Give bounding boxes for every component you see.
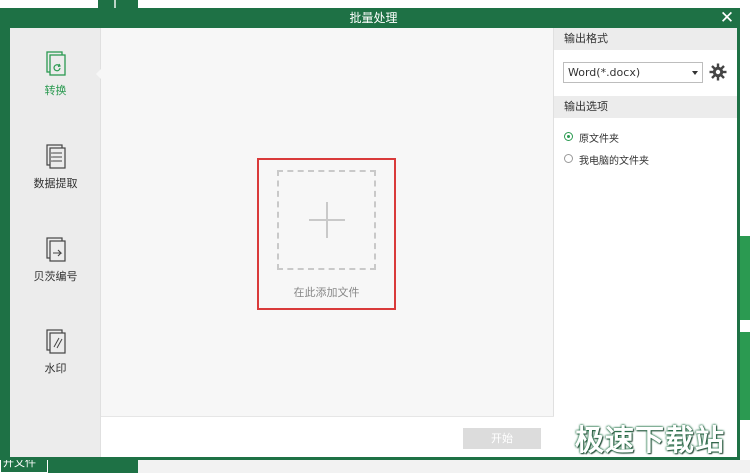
add-file-dropzone[interactable] bbox=[277, 170, 376, 270]
background-bottom-strip bbox=[138, 460, 750, 473]
site-watermark: 极速下载站 bbox=[575, 423, 726, 457]
gear-icon[interactable] bbox=[709, 63, 727, 81]
file-list-area: 在此添加文件 开始 bbox=[101, 28, 554, 457]
output-format-select[interactable]: Word(*.docx) bbox=[563, 62, 703, 83]
nav-item-watermark[interactable]: 水印 bbox=[10, 328, 101, 388]
nav-item-bates-number[interactable]: 贝茨编号 bbox=[10, 236, 101, 296]
plus-icon-vertical bbox=[326, 202, 328, 238]
radio-my-computer-folder[interactable] bbox=[564, 154, 573, 163]
radio-source-folder[interactable] bbox=[564, 132, 573, 141]
output-format-value: Word(*.docx) bbox=[568, 66, 641, 79]
option-source-folder-label: 原文件夹 bbox=[579, 134, 619, 145]
nav-label-data-extract: 数据提取 bbox=[33, 177, 78, 190]
dialog-title: 批量处理 bbox=[349, 11, 398, 25]
settings-panel: 输出格式 Word(*.docx) 输出选项 原文件夹 我电脑的文件夹 bbox=[554, 28, 737, 457]
bates-number-icon bbox=[45, 237, 66, 262]
background-right-button-2[interactable]: 英 bbox=[740, 332, 750, 420]
nav-label-watermark: 水印 bbox=[44, 362, 67, 375]
dialog-body: 转换 数据提取 贝茨编号 水印 在此添加文件 开始 输出格式 Word(*.do… bbox=[10, 28, 737, 457]
close-button[interactable]: ✕ bbox=[719, 9, 735, 27]
side-nav: 转换 数据提取 贝茨编号 水印 bbox=[10, 28, 102, 457]
chevron-down-icon bbox=[692, 71, 698, 75]
output-format-row: Word(*.docx) bbox=[554, 50, 737, 96]
option-source-folder[interactable]: 原文件夹 bbox=[554, 126, 737, 148]
convert-icon bbox=[45, 51, 66, 76]
action-bar: 开始 bbox=[101, 416, 554, 457]
option-my-computer-folder-label: 我电脑的文件夹 bbox=[579, 156, 649, 167]
nav-item-convert[interactable]: 转换 bbox=[10, 50, 101, 110]
start-button[interactable]: 开始 bbox=[463, 428, 541, 449]
nav-label-convert: 转换 bbox=[44, 84, 67, 97]
data-extract-icon bbox=[45, 144, 66, 169]
output-format-header: 输出格式 bbox=[554, 28, 737, 50]
output-options-header: 输出选项 bbox=[554, 96, 737, 118]
background-right-button-1[interactable]: 处 bbox=[740, 236, 750, 320]
nav-label-bates-number: 贝茨编号 bbox=[33, 270, 78, 283]
background-divider-icon: ‖ bbox=[113, 0, 117, 8]
dialog-titlebar[interactable]: 批量处理 ✕ bbox=[10, 8, 737, 28]
option-my-computer-folder[interactable]: 我电脑的文件夹 bbox=[554, 148, 737, 170]
add-file-label: 在此添加文件 bbox=[293, 286, 360, 299]
nav-item-data-extract[interactable]: 数据提取 bbox=[10, 143, 101, 203]
watermark-icon bbox=[45, 329, 66, 354]
